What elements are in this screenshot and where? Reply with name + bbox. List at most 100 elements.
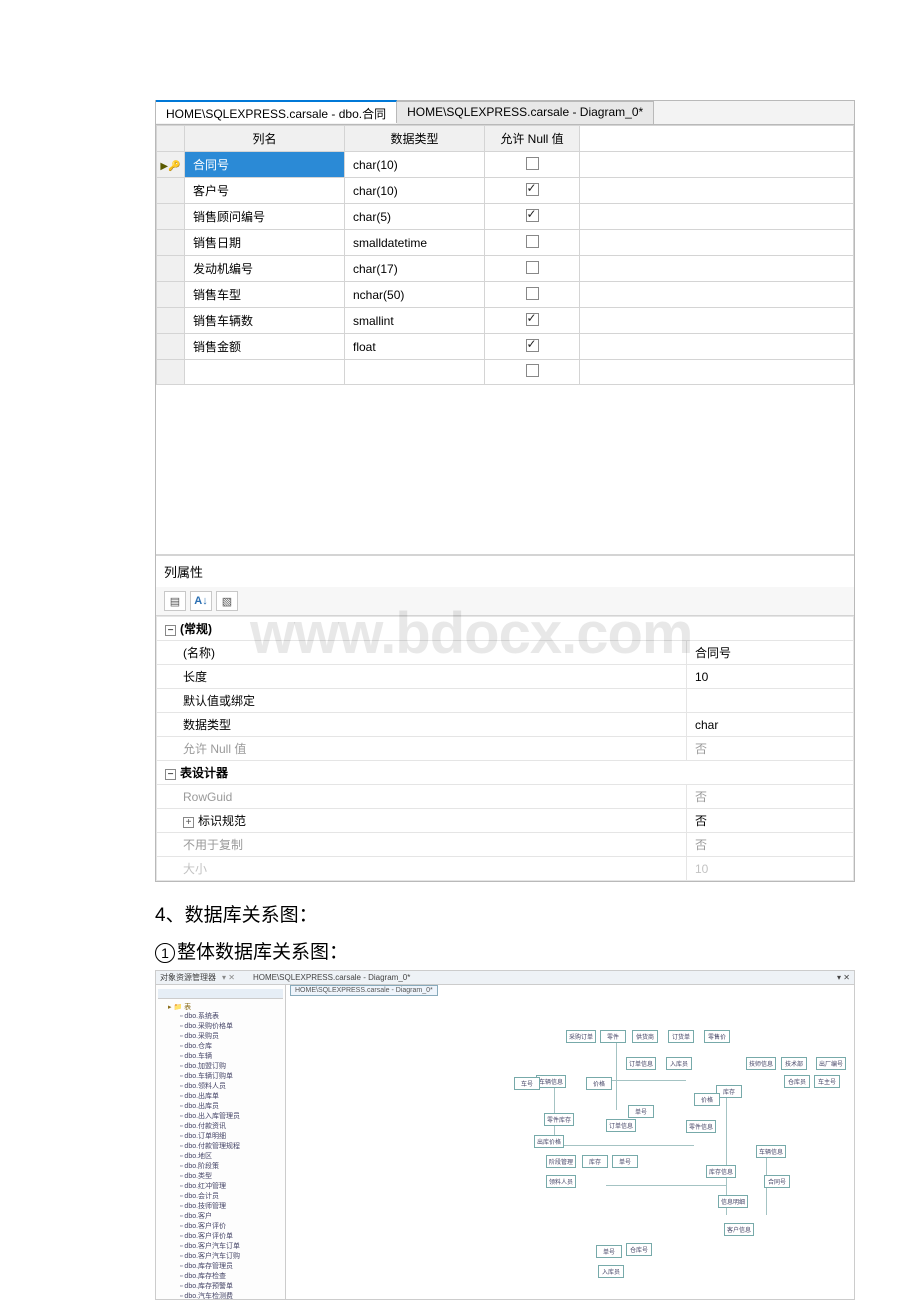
panel-pin-close[interactable]: ▾ ✕ (222, 973, 235, 982)
allow-null-checkbox[interactable] (485, 230, 580, 256)
tree-node[interactable]: ▫ dbo.红冲管理 (158, 1182, 283, 1192)
property-row[interactable]: 默认值或绑定 (157, 689, 854, 713)
diagram-entity[interactable]: 入库员 (666, 1057, 692, 1070)
diagram-entity[interactable]: 采购订单 (566, 1030, 596, 1043)
diagram-entity[interactable]: 订货单 (668, 1030, 694, 1043)
tree-node[interactable]: ▫ dbo.仓库 (158, 1042, 283, 1052)
diagram-canvas[interactable]: HOME\SQLEXPRESS.carsale - Diagram_0* 采购订… (286, 985, 854, 1299)
diagram-entity[interactable]: 订单信息 (606, 1119, 636, 1132)
diagram-entity[interactable]: 车辆信息 (756, 1145, 786, 1158)
window-controls[interactable]: ▾ ✕ (837, 973, 850, 982)
tree-node[interactable]: ▫ dbo.客户汽车订单 (158, 1242, 283, 1252)
tree-node[interactable]: ▫ dbo.出库员 (158, 1102, 283, 1112)
allow-null-checkbox[interactable] (485, 308, 580, 334)
table-row[interactable]: 销售车型nchar(50) (157, 282, 854, 308)
column-type-cell[interactable]: char(10) (345, 152, 485, 178)
column-type-cell[interactable]: smalldatetime (345, 230, 485, 256)
diagram-entity[interactable]: 仓库员 (784, 1075, 810, 1088)
diagram-entity[interactable]: 单号 (596, 1245, 622, 1258)
diagram-entity[interactable]: 零售价 (704, 1030, 730, 1043)
tab-diagram[interactable]: HOME\SQLEXPRESS.carsale - Diagram_0* (397, 101, 654, 124)
diagram-entity[interactable]: 车主号 (814, 1075, 840, 1088)
tree-node[interactable]: ▫ dbo.付款管理规程 (158, 1142, 283, 1152)
diagram-entity[interactable]: 阶段管理 (546, 1155, 576, 1168)
diagram-tab-label[interactable]: HOME\SQLEXPRESS.carsale - Diagram_0* (253, 973, 410, 982)
allow-null-checkbox[interactable] (485, 334, 580, 360)
diagram-entity[interactable]: 入库员 (598, 1265, 624, 1278)
diagram-entity[interactable]: 订单信息 (626, 1057, 656, 1070)
tree-node[interactable]: ▫ dbo.阶段策 (158, 1162, 283, 1172)
property-row[interactable]: (名称)合同号 (157, 641, 854, 665)
table-row[interactable]: 销售顾问编号char(5) (157, 204, 854, 230)
property-row[interactable]: 不用于复制否 (157, 833, 854, 857)
allow-null-checkbox[interactable] (485, 256, 580, 282)
allow-null-checkbox[interactable] (485, 282, 580, 308)
tree-node[interactable]: ▫ dbo.领料人员 (158, 1082, 283, 1092)
column-type-cell[interactable]: char(5) (345, 204, 485, 230)
diagram-entity[interactable]: 库存 (582, 1155, 608, 1168)
tree-node[interactable]: ▫ dbo.地区 (158, 1152, 283, 1162)
table-row[interactable]: ▶🔑合同号char(10) (157, 152, 854, 178)
object-explorer-tree[interactable]: ▸ 📁 表 ▫ dbo.系统表▫ dbo.采购价格单▫ dbo.采购员▫ dbo… (156, 985, 286, 1299)
tree-node[interactable]: ▫ dbo.出库单 (158, 1092, 283, 1102)
tree-node[interactable]: ▫ dbo.车辆 (158, 1052, 283, 1062)
diagram-entity[interactable]: 出厂编号 (816, 1057, 846, 1070)
diagram-entity[interactable]: 单号 (628, 1105, 654, 1118)
categorized-button[interactable]: ▤ (164, 591, 186, 611)
diagram-entity[interactable]: 单号 (612, 1155, 638, 1168)
property-row[interactable]: 大小10 (157, 857, 854, 881)
column-type-cell[interactable]: float (345, 334, 485, 360)
tree-node[interactable]: ▫ dbo.客户汽车订购 (158, 1252, 283, 1262)
diagram-entity[interactable]: 仓库号 (626, 1243, 652, 1256)
diagram-entity[interactable]: 合同号 (764, 1175, 790, 1188)
diagram-entity[interactable]: 客户信息 (724, 1223, 754, 1236)
column-type-cell[interactable]: char(10) (345, 178, 485, 204)
column-name-cell[interactable]: 销售顾问编号 (185, 204, 345, 230)
table-row[interactable]: 发动机编号char(17) (157, 256, 854, 282)
table-row[interactable]: 销售金额float (157, 334, 854, 360)
tree-node[interactable]: ▫ dbo.采购员 (158, 1032, 283, 1042)
property-row[interactable]: 数据类型char (157, 713, 854, 737)
property-row[interactable]: +标识规范否 (157, 809, 854, 833)
tree-node[interactable]: ▫ dbo.汽车检测费 (158, 1292, 283, 1299)
table-row-empty[interactable] (157, 360, 854, 385)
expand-icon[interactable]: + (183, 817, 194, 828)
allow-null-checkbox[interactable] (485, 152, 580, 178)
expand-icon[interactable]: − (165, 769, 176, 780)
column-type-cell[interactable]: char(17) (345, 256, 485, 282)
tree-node[interactable]: ▫ dbo.车辆订购单 (158, 1072, 283, 1082)
tree-node[interactable]: ▫ dbo.客户评价单 (158, 1232, 283, 1242)
diagram-entity[interactable]: 信息明细 (718, 1195, 748, 1208)
tree-node[interactable]: ▫ dbo.类型 (158, 1172, 283, 1182)
column-type-cell[interactable]: nchar(50) (345, 282, 485, 308)
column-name-cell[interactable]: 发动机编号 (185, 256, 345, 282)
diagram-entity[interactable]: 车号 (514, 1077, 540, 1090)
column-name-cell[interactable]: 销售车辆数 (185, 308, 345, 334)
diagram-entity[interactable]: 价格 (586, 1077, 612, 1090)
allow-null-checkbox[interactable] (485, 204, 580, 230)
table-row[interactable]: 客户号char(10) (157, 178, 854, 204)
tree-node[interactable]: ▫ dbo.库存管理员 (158, 1262, 283, 1272)
tree-root-tables[interactable]: ▸ 📁 表 (158, 1002, 283, 1012)
tree-node[interactable]: ▫ dbo.客户 (158, 1212, 283, 1222)
allow-null-checkbox[interactable] (485, 178, 580, 204)
table-row[interactable]: 销售车辆数smallint (157, 308, 854, 334)
column-type-cell[interactable]: smallint (345, 308, 485, 334)
expand-icon[interactable]: − (165, 625, 176, 636)
tree-node[interactable]: ▫ dbo.付款资讯 (158, 1122, 283, 1132)
column-name-cell[interactable]: 销售金额 (185, 334, 345, 360)
diagram-entity[interactable]: 零件 (600, 1030, 626, 1043)
table-row[interactable]: 销售日期smalldatetime (157, 230, 854, 256)
column-name-cell[interactable]: 客户号 (185, 178, 345, 204)
diagram-entity[interactable]: 零件信息 (686, 1120, 716, 1133)
column-name-cell[interactable]: 合同号 (185, 152, 345, 178)
tree-node[interactable]: ▫ dbo.库存检查 (158, 1272, 283, 1282)
diagram-entity[interactable]: 技术部 (781, 1057, 807, 1070)
diagram-entity[interactable]: 价格 (694, 1093, 720, 1106)
diagram-entity[interactable]: 零件库存 (544, 1113, 574, 1126)
tree-node[interactable]: ▫ dbo.加盟订购 (158, 1062, 283, 1072)
property-row[interactable]: RowGuid否 (157, 785, 854, 809)
tree-node[interactable]: ▫ dbo.技师管理 (158, 1202, 283, 1212)
diagram-entity[interactable]: 车辆信息 (536, 1075, 566, 1088)
alphabetical-button[interactable]: A↓ (190, 591, 212, 611)
